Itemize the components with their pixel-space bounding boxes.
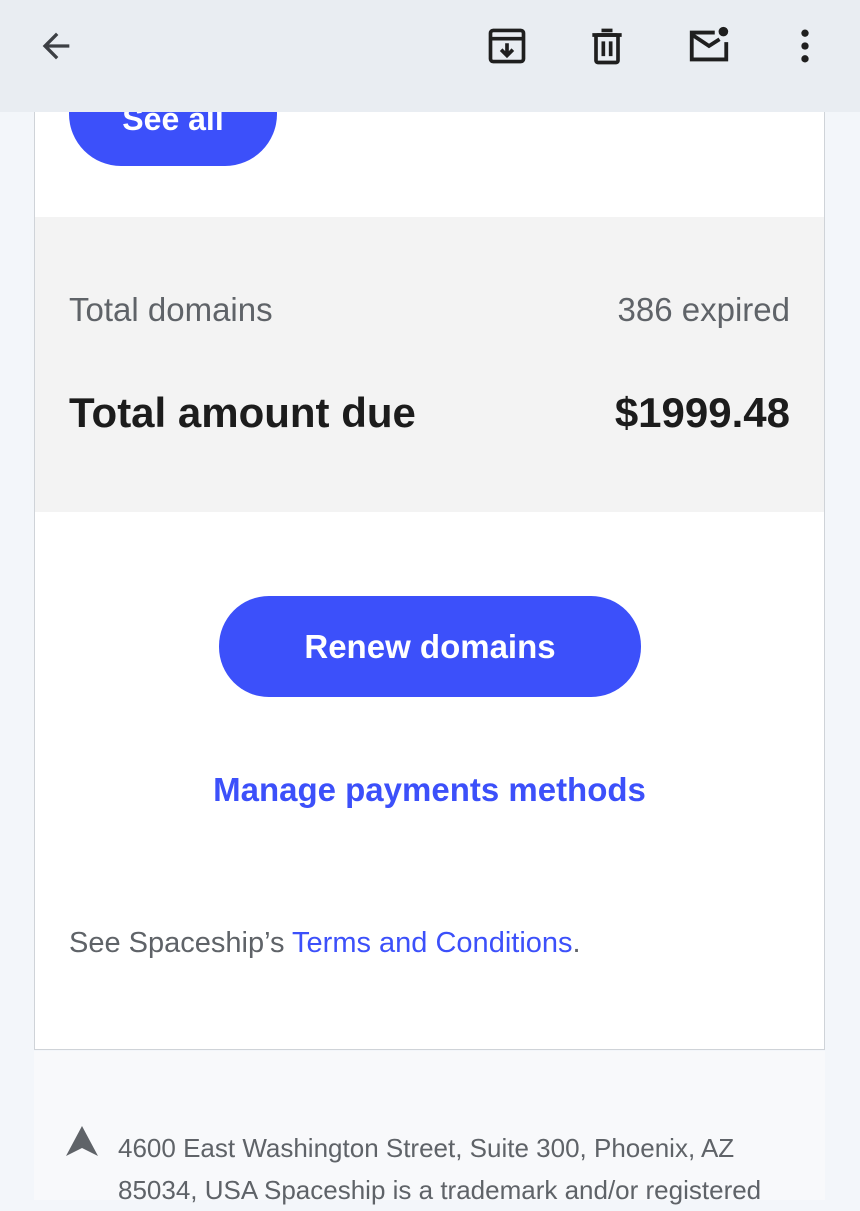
footer-address-text: 4600 East Washington Street, Suite 300, … bbox=[118, 1133, 762, 1205]
total-domains-label: Total domains bbox=[69, 291, 273, 328]
terms-and-conditions-link[interactable]: Terms and Conditions bbox=[292, 927, 572, 959]
terms-line: See Spaceship’s Terms and Conditions. bbox=[69, 927, 581, 960]
delete-button[interactable] bbox=[581, 20, 633, 72]
order-summary: Total domains 386 expired Total amount d… bbox=[35, 217, 824, 512]
more-vert-icon bbox=[801, 29, 809, 63]
archive-icon bbox=[488, 28, 526, 64]
trash-icon bbox=[592, 28, 622, 65]
manage-payments-link[interactable]: Manage payments methods bbox=[35, 771, 824, 809]
amount-due-label: Total amount due bbox=[69, 389, 416, 436]
email-body-card: See all Total domains 386 expired Total … bbox=[34, 0, 825, 1050]
total-domains-value: 386 expired bbox=[617, 291, 790, 328]
spaceship-logo-icon bbox=[66, 1126, 98, 1156]
top-app-bar bbox=[0, 0, 860, 112]
amount-due-value: $1999.48 bbox=[614, 389, 790, 436]
terms-suffix: . bbox=[572, 927, 581, 959]
total-domains-row: Total domains 386 expired bbox=[69, 291, 790, 329]
renew-domains-button[interactable]: Renew domains bbox=[219, 596, 641, 697]
archive-button[interactable] bbox=[481, 20, 533, 72]
mark-unread-button[interactable] bbox=[683, 20, 735, 72]
mail-unread-icon bbox=[689, 26, 729, 62]
back-button[interactable] bbox=[30, 20, 82, 72]
more-options-button[interactable] bbox=[779, 20, 831, 72]
arrow-left-icon bbox=[42, 32, 70, 60]
terms-prefix: See Spaceship’s bbox=[69, 927, 293, 959]
email-footer: 4600 East Washington Street, Suite 300, … bbox=[34, 1051, 825, 1205]
amount-due-row: Total amount due $1999.48 bbox=[69, 389, 790, 437]
